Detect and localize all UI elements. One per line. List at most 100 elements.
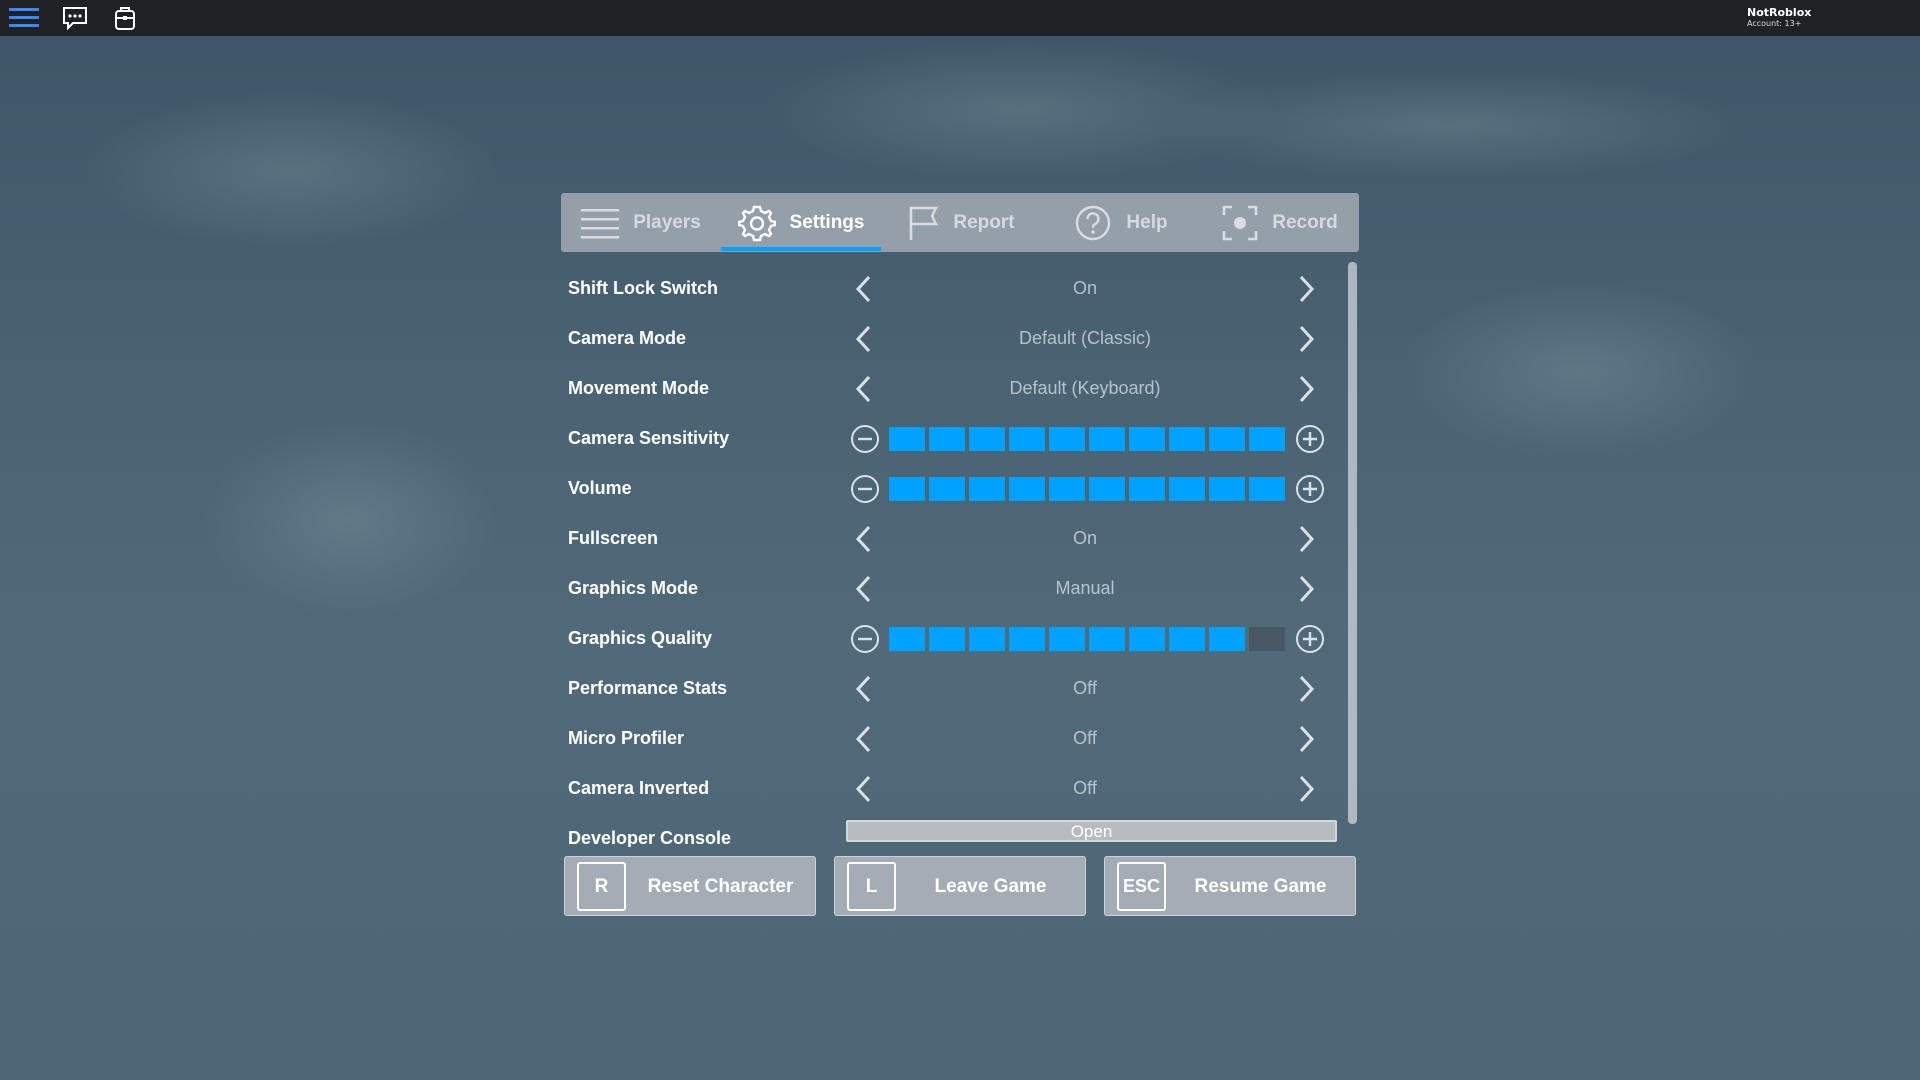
chevron-left-icon[interactable] <box>850 574 880 604</box>
setting-value: On <box>1072 528 1097 548</box>
setting-row-graphics-mode: Graphics Mode Manual <box>567 564 1337 614</box>
chevron-left-icon[interactable] <box>850 524 880 554</box>
slider-step[interactable] <box>1089 627 1125 651</box>
setting-value: On <box>1072 278 1097 298</box>
reset-character-button[interactable]: R Reset Character <box>564 856 816 916</box>
setting-label: Camera Inverted <box>568 778 710 798</box>
tab-record-label: Record <box>1272 211 1338 233</box>
setting-label: Shift Lock Switch <box>568 278 719 298</box>
chevron-right-icon[interactable] <box>1290 774 1320 804</box>
minus-circle-icon[interactable] <box>850 624 880 654</box>
slider-step[interactable] <box>1169 427 1205 451</box>
slider-step[interactable] <box>889 477 925 501</box>
hamburger-menu-icon[interactable] <box>9 4 39 32</box>
chevron-right-icon[interactable] <box>1290 524 1320 554</box>
minus-circle-icon[interactable] <box>850 424 880 454</box>
slider-step[interactable] <box>929 427 965 451</box>
tab-settings[interactable]: Settings <box>721 193 881 252</box>
slider-step[interactable] <box>889 627 925 651</box>
chevron-right-icon[interactable] <box>1290 324 1320 354</box>
tab-record[interactable]: Record <box>1201 193 1359 252</box>
setting-selector: Off <box>850 664 1320 714</box>
slider-step[interactable] <box>929 477 965 501</box>
minus-circle-icon[interactable] <box>850 474 880 504</box>
chevron-left-icon[interactable] <box>850 374 880 404</box>
setting-value: Manual <box>1055 578 1115 598</box>
setting-row-fullscreen: Fullscreen On <box>567 514 1337 564</box>
leave-key-hint: L <box>847 862 896 911</box>
chevron-left-icon[interactable] <box>850 324 880 354</box>
chevron-right-icon[interactable] <box>1290 574 1320 604</box>
setting-value: Off <box>1073 778 1097 798</box>
slider-step[interactable] <box>1129 427 1165 451</box>
slider-step[interactable] <box>1169 477 1205 501</box>
slider-step[interactable] <box>969 427 1005 451</box>
chevron-left-icon[interactable] <box>850 674 880 704</box>
settings-scrollbar[interactable] <box>1348 262 1357 824</box>
developer-console-open-button[interactable]: Open <box>846 820 1337 842</box>
plus-circle-icon[interactable] <box>1295 474 1325 504</box>
slider-step[interactable] <box>1009 627 1045 651</box>
slider-step[interactable] <box>889 427 925 451</box>
chevron-right-icon[interactable] <box>1290 674 1320 704</box>
slider-step[interactable] <box>1209 627 1245 651</box>
slider-step[interactable] <box>1249 627 1285 651</box>
slider-step[interactable] <box>1129 477 1165 501</box>
setting-selector: Off <box>850 714 1320 764</box>
reset-key-hint: R <box>577 862 626 911</box>
plus-circle-icon[interactable] <box>1295 624 1325 654</box>
setting-value: Default (Classic) <box>1018 328 1152 348</box>
tab-help[interactable]: Help <box>1041 193 1201 252</box>
leave-game-button[interactable]: L Leave Game <box>834 856 1086 916</box>
gear-icon <box>737 204 776 242</box>
players-list-icon <box>581 207 620 239</box>
chat-icon[interactable] <box>60 4 90 32</box>
setting-slider <box>850 614 1324 664</box>
slider-step[interactable] <box>1249 477 1285 501</box>
slider-step[interactable] <box>1049 627 1085 651</box>
chevron-left-icon[interactable] <box>850 724 880 754</box>
setting-label: Graphics Mode <box>568 578 699 598</box>
slider-step[interactable] <box>1209 427 1245 451</box>
slider-step[interactable] <box>1089 477 1125 501</box>
setting-label: Micro Profiler <box>568 728 685 748</box>
chevron-right-icon[interactable] <box>1290 724 1320 754</box>
help-icon <box>1074 204 1112 242</box>
slider-step[interactable] <box>969 477 1005 501</box>
slider-step[interactable] <box>1209 477 1245 501</box>
setting-slider <box>850 464 1324 514</box>
setting-slider <box>850 414 1324 464</box>
slider-step[interactable] <box>1129 627 1165 651</box>
resume-game-button[interactable]: ESC Resume Game <box>1104 856 1356 916</box>
slider-step[interactable] <box>1009 427 1045 451</box>
slider-step[interactable] <box>1249 427 1285 451</box>
slider-step[interactable] <box>1049 427 1085 451</box>
settings-scroll-area[interactable]: Shift Lock Switch On Camera Mode Default (C… <box>560 260 1340 847</box>
plus-circle-icon[interactable] <box>1295 424 1325 454</box>
record-icon <box>1222 205 1258 241</box>
slider-steps <box>889 627 1285 651</box>
setting-selector: Default (Classic) <box>850 314 1320 364</box>
tab-players[interactable]: Players <box>561 193 721 252</box>
chevron-left-icon[interactable] <box>850 274 880 304</box>
backpack-icon[interactable] <box>110 4 140 32</box>
setting-row-developer-console: Developer Console Open <box>567 814 1337 847</box>
active-tab-underline <box>721 247 881 251</box>
slider-step[interactable] <box>929 627 965 651</box>
slider-step[interactable] <box>1009 477 1045 501</box>
slider-step[interactable] <box>1169 627 1205 651</box>
slider-step[interactable] <box>1089 427 1125 451</box>
chevron-right-icon[interactable] <box>1290 274 1320 304</box>
tab-report[interactable]: Report <box>881 193 1041 252</box>
setting-label: Fullscreen <box>568 528 659 548</box>
setting-label: Camera Sensitivity <box>568 428 730 448</box>
tab-report-label: Report <box>953 211 1015 233</box>
chevron-left-icon[interactable] <box>850 774 880 804</box>
account-info: NotRoblox Account: 13+ <box>1747 7 1811 28</box>
slider-step[interactable] <box>969 627 1005 651</box>
setting-value: Off <box>1073 678 1097 698</box>
slider-step[interactable] <box>1049 477 1085 501</box>
chevron-right-icon[interactable] <box>1290 374 1320 404</box>
flag-icon <box>907 205 939 241</box>
setting-label: Camera Mode <box>568 328 687 348</box>
